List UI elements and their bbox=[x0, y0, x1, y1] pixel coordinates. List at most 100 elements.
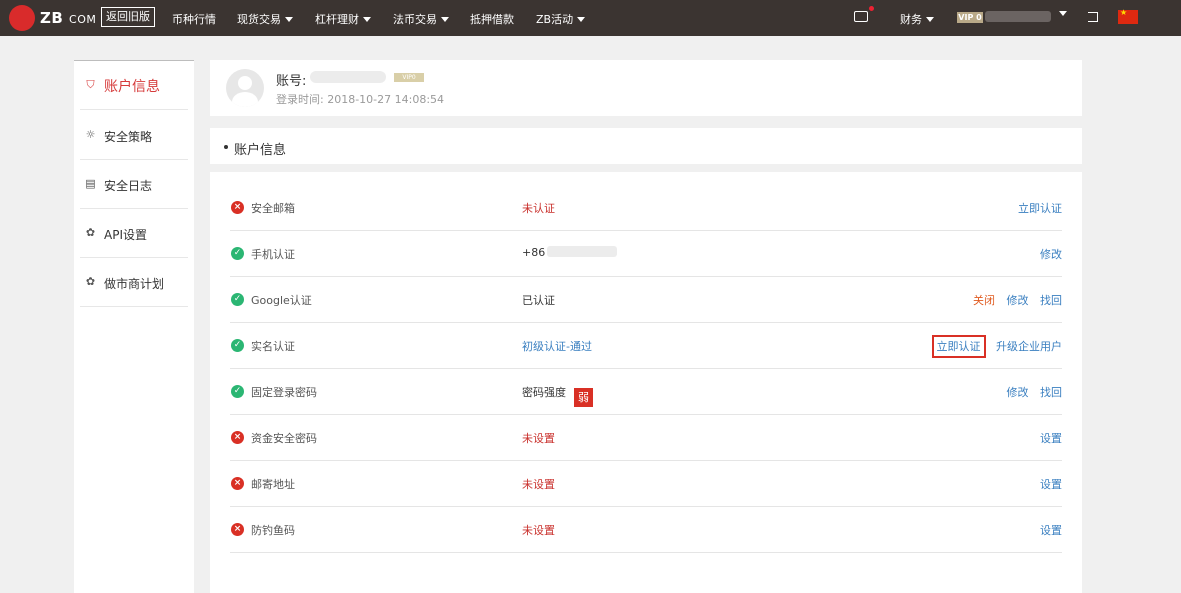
row-actions: 立即认证 升级企业用户 bbox=[924, 335, 1062, 358]
set-link[interactable]: 设置 bbox=[1040, 478, 1062, 491]
recover-link[interactable]: 找回 bbox=[1040, 294, 1062, 307]
login-time: 登录时间: 2018-10-27 14:08:54 bbox=[276, 93, 445, 106]
row-actions: 设置 bbox=[1032, 522, 1062, 538]
row-status-value: 未设置 bbox=[522, 432, 555, 445]
upgrade-enterprise-link[interactable]: 升级企业用户 bbox=[996, 340, 1062, 353]
nav-finance[interactable]: 财务 bbox=[900, 11, 934, 27]
profile-card: 账号: VIP0 登录时间: 2018-10-27 14:08:54 bbox=[210, 60, 1082, 116]
account-sidebar: ⛉ 账户信息 ☼ 安全策略 ▤ 安全日志 ✿ API设置 ✿ 做市商计划 bbox=[74, 60, 194, 593]
modify-link[interactable]: 修改 bbox=[1007, 294, 1029, 307]
set-link[interactable]: 设置 bbox=[1040, 432, 1062, 445]
row-actions: 设置 bbox=[1032, 430, 1062, 446]
old-version-button[interactable]: 返回旧版 bbox=[101, 7, 155, 27]
sidebar-item-label: API设置 bbox=[104, 228, 147, 242]
row-status-value: 初级认证-通过 bbox=[522, 340, 592, 353]
bulb-icon: ☼ bbox=[85, 128, 96, 141]
chevron-down-icon bbox=[363, 17, 371, 22]
row-security-email: × 安全邮箱 未认证 立即认证 bbox=[230, 185, 1062, 231]
message-icon[interactable] bbox=[854, 11, 868, 22]
nav-label: 杠杆理财 bbox=[315, 13, 359, 26]
nav-leverage[interactable]: 杠杆理财 bbox=[315, 11, 371, 27]
sidebar-item-security-policy[interactable]: ☼ 安全策略 bbox=[80, 111, 188, 160]
row-phone-verification: ✓ 手机认证 +86 修改 bbox=[230, 231, 1062, 277]
check-icon: ✓ bbox=[231, 339, 244, 352]
check-icon: ✓ bbox=[231, 293, 244, 306]
account-masked bbox=[310, 71, 386, 83]
bullet-icon bbox=[224, 145, 228, 149]
password-strength-badge: 弱 bbox=[574, 388, 593, 407]
row-label: 安全邮箱 bbox=[251, 202, 295, 215]
row-label: 实名认证 bbox=[251, 340, 295, 353]
nav-zb-activity[interactable]: ZB活动 bbox=[536, 11, 586, 27]
sidebar-item-api-settings[interactable]: ✿ API设置 bbox=[80, 209, 188, 258]
row-login-password: ✓ 固定登录密码 密码强度弱 修改 找回 bbox=[230, 369, 1062, 415]
error-icon: × bbox=[231, 477, 244, 490]
chevron-down-icon bbox=[441, 17, 449, 22]
sidebar-item-account-info[interactable]: ⛉ 账户信息 bbox=[80, 61, 188, 110]
chevron-down-icon bbox=[926, 17, 934, 22]
sidebar-item-security-log[interactable]: ▤ 安全日志 bbox=[80, 160, 188, 209]
sidebar-item-label: 安全日志 bbox=[104, 179, 153, 193]
security-settings-list: × 安全邮箱 未认证 立即认证 ✓ 手机认证 +86 修改 ✓ Google认证… bbox=[210, 172, 1082, 593]
nav-label: 法币交易 bbox=[393, 13, 437, 26]
account-label: 账号: bbox=[276, 74, 307, 89]
china-flag-icon[interactable] bbox=[1118, 8, 1138, 24]
row-actions: 关闭 修改 找回 bbox=[965, 292, 1062, 308]
nav-collateral-loan[interactable]: 抵押借款 bbox=[470, 11, 514, 27]
logout-icon[interactable] bbox=[1088, 12, 1098, 22]
row-anti-phishing-code: × 防钓鱼码 未设置 设置 bbox=[230, 507, 1062, 553]
row-status-value: 密码强度弱 bbox=[522, 384, 593, 407]
row-label: 固定登录密码 bbox=[251, 386, 317, 399]
error-icon: × bbox=[231, 523, 244, 536]
top-navbar: ZB COM 返回旧版 币种行情 现货交易 杠杆理财 法币交易 抵押借款 ZB活… bbox=[0, 0, 1181, 36]
modify-link[interactable]: 修改 bbox=[1007, 386, 1029, 399]
nav-label: ZB活动 bbox=[536, 13, 574, 26]
nav-market[interactable]: 币种行情 bbox=[172, 11, 216, 27]
row-google-auth: ✓ Google认证 已认证 关闭 修改 找回 bbox=[230, 277, 1062, 323]
error-icon: × bbox=[231, 431, 244, 444]
chevron-down-icon[interactable] bbox=[1059, 11, 1067, 16]
nav-label: 现货交易 bbox=[237, 13, 281, 26]
notification-dot bbox=[869, 6, 874, 11]
zb-logo-icon[interactable] bbox=[9, 5, 35, 31]
password-strength-label: 密码强度 bbox=[522, 386, 566, 399]
nav-label: 币种行情 bbox=[172, 13, 216, 26]
row-actions: 设置 bbox=[1032, 476, 1062, 492]
logo-text: ZB bbox=[40, 9, 64, 27]
verify-now-link[interactable]: 立即认证 bbox=[1018, 202, 1062, 215]
sidebar-item-label: 安全策略 bbox=[104, 130, 153, 144]
row-label: 邮寄地址 bbox=[251, 478, 295, 491]
vip-level-badge: VIP 0 bbox=[957, 12, 983, 23]
row-actions: 修改 bbox=[1032, 246, 1062, 262]
username-masked[interactable] bbox=[985, 11, 1051, 22]
disable-link[interactable]: 关闭 bbox=[973, 294, 995, 307]
recover-link[interactable]: 找回 bbox=[1040, 386, 1062, 399]
nav-spot-trading[interactable]: 现货交易 bbox=[237, 11, 293, 27]
row-label: Google认证 bbox=[251, 294, 312, 307]
row-label: 防钓鱼码 bbox=[251, 524, 295, 537]
logo-suffix: COM bbox=[69, 13, 97, 26]
set-link[interactable]: 设置 bbox=[1040, 524, 1062, 537]
vip-tag: VIP0 bbox=[394, 73, 424, 82]
phone-masked bbox=[547, 246, 618, 257]
sidebar-item-label: 账户信息 bbox=[104, 79, 160, 95]
check-icon: ✓ bbox=[231, 247, 244, 260]
chevron-down-icon bbox=[577, 17, 586, 22]
modify-link[interactable]: 修改 bbox=[1040, 248, 1062, 261]
row-fund-password: × 资金安全密码 未设置 设置 bbox=[230, 415, 1062, 461]
verify-now-link[interactable]: 立即认证 bbox=[931, 335, 986, 358]
sidebar-item-label: 做市商计划 bbox=[104, 277, 165, 291]
check-icon: ✓ bbox=[231, 385, 244, 398]
row-label: 资金安全密码 bbox=[251, 432, 317, 445]
error-icon: × bbox=[231, 201, 244, 214]
api-icon: ✿ bbox=[85, 226, 96, 239]
document-icon: ▤ bbox=[85, 177, 96, 190]
sidebar-item-market-maker[interactable]: ✿ 做市商计划 bbox=[80, 258, 188, 307]
row-status-value: 未设置 bbox=[522, 524, 555, 537]
row-mailing-address: × 邮寄地址 未设置 设置 bbox=[230, 461, 1062, 507]
section-title: 账户信息 bbox=[234, 143, 287, 158]
nav-fiat-trading[interactable]: 法币交易 bbox=[393, 11, 449, 27]
row-label: 手机认证 bbox=[251, 248, 295, 261]
site-logo[interactable]: ZB COM bbox=[40, 9, 96, 27]
phone-prefix: +86 bbox=[522, 246, 546, 259]
